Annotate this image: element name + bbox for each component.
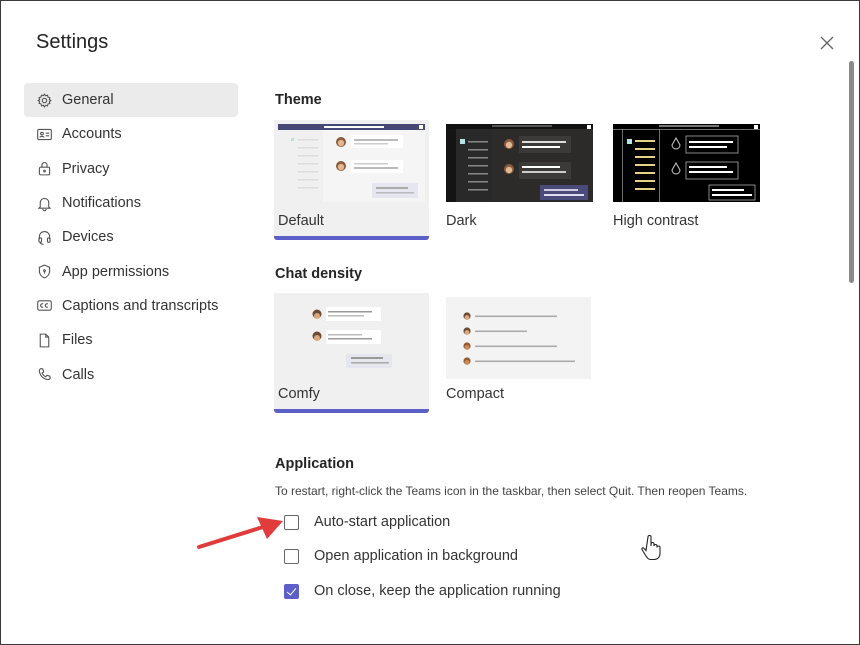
- application-heading: Application: [275, 456, 354, 472]
- lock-icon: [35, 160, 53, 178]
- checkbox-label: Auto-start application: [314, 514, 451, 530]
- sidebar-item-label: General: [62, 92, 114, 109]
- sidebar-item-label: Calls: [62, 366, 95, 383]
- close-button[interactable]: [817, 33, 837, 53]
- close-icon: [820, 36, 834, 50]
- application-description: To restart, right-click the Teams icon i…: [275, 484, 748, 498]
- theme-option-label: Dark: [446, 213, 477, 229]
- compact-density-preview: [442, 293, 597, 379]
- open-in-background-checkbox-row[interactable]: Open application in background: [284, 548, 518, 564]
- dialog-title: Settings: [36, 31, 109, 53]
- sidebar-item-devices[interactable]: Devices: [24, 220, 238, 254]
- dark-theme-preview: [442, 120, 597, 206]
- chat-density-heading: Chat density: [275, 266, 363, 282]
- density-option-label: Compact: [446, 386, 505, 402]
- settings-sidebar: General Accounts Privacy Notifications D…: [24, 83, 238, 392]
- sidebar-item-notifications[interactable]: Notifications: [24, 186, 238, 220]
- annotation-arrow-icon: [197, 517, 283, 549]
- theme-option-dark[interactable]: Dark: [442, 120, 597, 236]
- keep-running-checkbox[interactable]: [284, 583, 299, 599]
- sidebar-item-calls[interactable]: Calls: [24, 357, 238, 391]
- theme-option-label: High contrast: [613, 213, 699, 229]
- sidebar-item-privacy[interactable]: Privacy: [24, 152, 238, 186]
- theme-option-default[interactable]: Default: [274, 120, 429, 240]
- sidebar-item-captions[interactable]: Captions and transcripts: [24, 289, 238, 323]
- bell-icon: [35, 194, 53, 212]
- theme-option-high-contrast[interactable]: High contrast: [609, 120, 764, 236]
- sidebar-item-files[interactable]: Files: [24, 323, 238, 357]
- sidebar-item-general[interactable]: General: [24, 83, 238, 118]
- contact-card-icon: [35, 125, 53, 143]
- file-icon: [35, 331, 53, 349]
- sidebar-item-label: Devices: [62, 229, 114, 246]
- theme-option-label: Default: [278, 213, 324, 229]
- sidebar-item-label: Files: [62, 332, 93, 349]
- comfy-density-preview: [274, 293, 429, 379]
- high-contrast-theme-preview: [609, 120, 764, 206]
- headset-icon: [35, 228, 53, 246]
- auto-start-checkbox-row[interactable]: Auto-start application: [284, 514, 450, 530]
- hand-cursor-icon: [641, 535, 661, 561]
- sidebar-item-label: Accounts: [62, 126, 122, 143]
- sidebar-item-label: App permissions: [62, 263, 170, 280]
- checkbox-label: Open application in background: [314, 548, 518, 564]
- sidebar-item-label: Privacy: [62, 160, 110, 177]
- sidebar-item-label: Notifications: [62, 195, 141, 212]
- sidebar-item-accounts[interactable]: Accounts: [24, 117, 238, 151]
- phone-icon: [35, 366, 53, 384]
- closed-captions-icon: [35, 297, 53, 315]
- shield-icon: [35, 263, 53, 281]
- density-option-label: Comfy: [278, 386, 320, 402]
- sidebar-item-app-permissions[interactable]: App permissions: [24, 254, 238, 288]
- gear-icon: [35, 91, 53, 109]
- theme-heading: Theme: [275, 92, 322, 108]
- sidebar-item-label: Captions and transcripts: [62, 297, 219, 314]
- settings-dialog: Settings General Accounts Privacy Notifi…: [0, 0, 860, 645]
- keep-running-checkbox-row[interactable]: On close, keep the application running: [284, 583, 561, 599]
- checkbox-label: On close, keep the application running: [314, 583, 561, 599]
- density-option-comfy[interactable]: Comfy: [274, 293, 429, 413]
- default-theme-preview: [274, 120, 429, 206]
- vertical-scrollbar[interactable]: [849, 61, 854, 283]
- density-option-compact[interactable]: Compact: [442, 293, 597, 409]
